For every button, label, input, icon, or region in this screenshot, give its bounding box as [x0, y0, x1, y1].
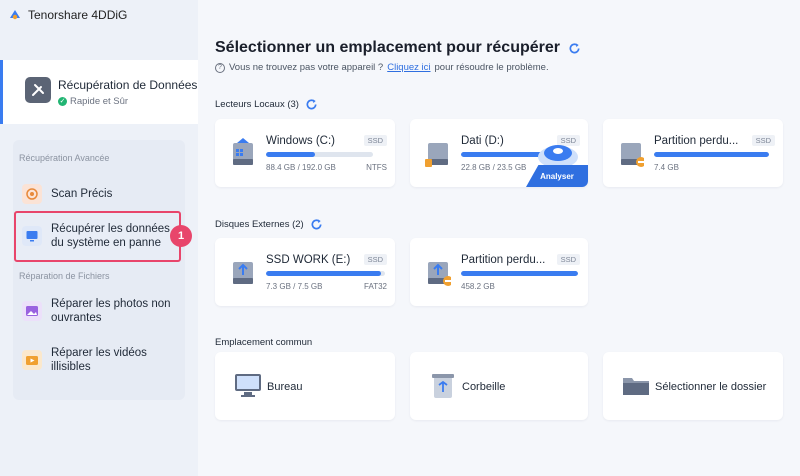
app-logo-icon: [10, 10, 20, 20]
sidebar-item-crashed-system[interactable]: Récupérer les données du système en pann…: [22, 222, 170, 250]
sidebar: Tenorshare 4DDiG Récupération de Données…: [0, 0, 198, 476]
drive-name: SSD WORK (E:): [266, 254, 351, 266]
drive-name: Partition perdu...: [461, 254, 546, 266]
location-card-select-folder[interactable]: Sélectionner le dossier: [603, 352, 783, 420]
section-label-repair: Réparation de Fichiers: [19, 271, 110, 281]
drive-name: Partition perdu...: [654, 135, 739, 147]
group-label-text: Disques Externes (2): [215, 219, 304, 230]
sidebar-item-repair-photos[interactable]: Réparer les photos non ouvrantes: [22, 297, 171, 325]
drive-size: 458.2 GB: [461, 282, 495, 291]
help-prefix: Vous ne trouvez pas votre appareil ?: [229, 62, 384, 73]
drive-type-tag: SSD: [363, 254, 387, 265]
monitor-icon: [235, 374, 261, 397]
drive-type-tag: SSD: [363, 135, 387, 146]
sidebar-item-data-recovery[interactable]: Récupération de Données ✓ Rapide et Sûr: [0, 60, 198, 124]
location-name: Bureau: [267, 381, 303, 393]
usb-drive-icon: [233, 262, 253, 284]
target-icon: [22, 184, 42, 204]
drive-usage-fill: [461, 271, 578, 276]
drive-usage-bar: [461, 271, 578, 276]
sidebar-item-label: Récupérer les données: [51, 223, 170, 235]
computer-icon: [22, 226, 42, 246]
page-title-text: Sélectionner un emplacement pour récupér…: [215, 39, 560, 56]
app-title-text: Tenorshare 4DDiG: [28, 8, 128, 22]
tools-icon: [25, 77, 51, 103]
help-line: ? Vous ne trouvez pas votre appareil ? C…: [215, 62, 549, 73]
drive-usage-bar: [654, 152, 769, 157]
refresh-icon[interactable]: [568, 42, 581, 55]
location-name: Corbeille: [462, 381, 506, 393]
location-card-recycle-bin[interactable]: Corbeille: [410, 352, 588, 420]
video-icon: [22, 350, 42, 370]
sidebar-item-repair-videos[interactable]: Réparer les vidéos illisibles: [22, 346, 147, 374]
sidebar-item-label-2: du système en panne: [51, 237, 161, 249]
location-card-desktop[interactable]: Bureau: [215, 352, 395, 420]
subtitle-text: Rapide et Sûr: [70, 96, 129, 107]
help-suffix: pour résoudre le problème.: [434, 62, 549, 73]
sidebar-item-label-2: illisibles: [51, 361, 91, 373]
drive-size: 88.4 GB / 192.0 GB: [266, 163, 336, 172]
step-badge: 1: [170, 225, 192, 247]
app-title: Tenorshare 4DDiG: [8, 8, 127, 22]
hard-drive-icon: [621, 143, 644, 167]
drive-card-lost-partition[interactable]: Partition perdu... SSD 7.4 GB: [603, 119, 783, 187]
drive-usage-fill: [654, 152, 769, 157]
refresh-icon[interactable]: [305, 98, 318, 111]
local-drives-label: Lecteurs Locaux (3): [215, 98, 318, 111]
folder-icon: [623, 378, 649, 395]
drive-name: Windows (C:): [266, 135, 336, 147]
main-panel: Sélectionner un emplacement pour récupér…: [198, 0, 800, 476]
photo-icon: [22, 301, 42, 321]
hard-drive-icon: [233, 138, 253, 165]
drive-size: 7.4 GB: [654, 163, 679, 172]
drive-usage-fill: [266, 152, 316, 157]
recycle-bin-icon: [432, 374, 454, 398]
group-label-text: Emplacement commun: [215, 337, 313, 348]
check-icon: ✓: [58, 97, 67, 106]
drive-card-d[interactable]: Dati (D:) SSD 22.8 GB / 23.5 GB Analyser: [410, 119, 588, 187]
drive-filesystem: FAT32: [364, 282, 387, 291]
page-title: Sélectionner un emplacement pour récupér…: [215, 39, 581, 57]
sidebar-item-scan-precis[interactable]: Scan Précis: [22, 184, 112, 204]
question-icon: ?: [215, 62, 225, 73]
usb-drive-icon: [428, 262, 451, 286]
drive-filesystem: NTFS: [366, 163, 387, 172]
hard-drive-icon: [425, 143, 448, 167]
help-link[interactable]: Cliquez ici: [387, 62, 430, 73]
location-name: Sélectionner le dossier: [655, 381, 767, 393]
sidebar-item-sublabel: ✓ Rapide et Sûr: [58, 96, 128, 107]
refresh-icon[interactable]: [310, 218, 323, 231]
section-label-advanced: Récupération Avancée: [19, 153, 110, 163]
drive-card-e[interactable]: SSD WORK (E:) SSD 7.3 GB / 7.5 GB FAT32: [215, 238, 395, 306]
drive-size: 22.8 GB / 23.5 GB: [461, 163, 527, 172]
drive-usage-bar: [266, 271, 385, 276]
drive-type-tag: SSD: [556, 254, 580, 265]
drive-size: 7.3 GB / 7.5 GB: [266, 282, 323, 291]
drive-usage-fill: [266, 271, 382, 276]
external-drives-label: Disques Externes (2): [215, 218, 323, 231]
drive-type-tag: SSD: [751, 135, 775, 146]
drive-name: Dati (D:): [461, 135, 504, 147]
sidebar-item-label: Réparer les photos non: [51, 298, 171, 310]
group-label-text: Lecteurs Locaux (3): [215, 99, 299, 110]
drive-card-c[interactable]: Windows (C:) SSD 88.4 GB / 192.0 GB NTFS: [215, 119, 395, 187]
drive-usage-bar: [266, 152, 373, 157]
sidebar-item-label: Réparer les vidéos: [51, 347, 147, 359]
common-locations-label: Emplacement commun: [215, 337, 312, 348]
sidebar-item-label: Récupération de Données: [58, 78, 198, 92]
drive-card-lost-partition-external[interactable]: Partition perdu... SSD 458.2 GB: [410, 238, 588, 306]
sidebar-item-label: Scan Précis: [51, 188, 113, 200]
sidebar-item-label-2: ouvrantes: [51, 312, 102, 324]
